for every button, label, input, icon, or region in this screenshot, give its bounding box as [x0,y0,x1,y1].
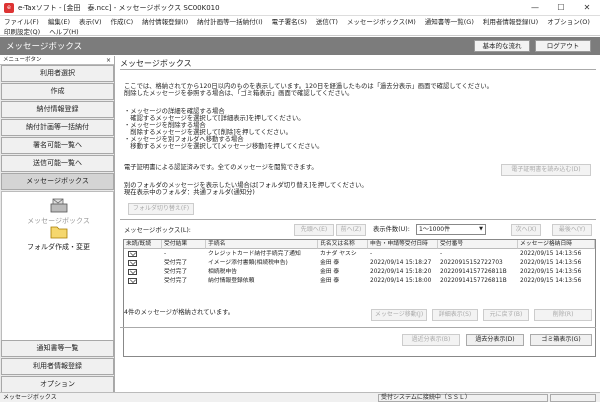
table-row[interactable]: 受付完了 納付情報登録依頼 金田 泰 2022/09/14 15:18:00 2… [124,277,595,286]
menu-send[interactable]: 送信(T) [316,16,338,26]
message-count-text: 4件のメッセージが格納されています。 [124,309,235,316]
col-receipt-no[interactable]: 受付番号 [438,240,518,249]
menu-payment-plan[interactable]: 納付計画等一括納付(I) [197,16,263,26]
close-icon[interactable]: × [106,56,111,65]
menu-help[interactable]: ヘルプ(H) [49,26,78,36]
read-envelope-icon [128,269,137,275]
cert-status-text: 電子証明書による認証済みです。全てのメッセージを閲覧できます。 [124,164,318,171]
minimize-button[interactable]: — [522,0,548,16]
connection-status: 受付システムに接続中（ＳＳＬ） [378,394,548,402]
left-menu: メニューボタン × 利用者選択 作成 納付情報登録 納付計画等一括納付 署名可能… [0,56,115,393]
message-table: 未読/既読 受付結果 手続名 氏名又は名称 申告・申請等受付日時 受付番号 メッ… [123,239,596,357]
status-text: メッセージボックス [3,394,57,401]
read-envelope-icon [128,260,137,266]
detail-view-button[interactable]: 詳細表示(S) [432,309,478,321]
menu-messagebox[interactable]: メッセージボックス(M) [347,16,416,26]
menu-options[interactable]: オプション(O) [547,16,590,26]
intro-line-2: 削除したメッセージを参照する場合は、「ゴミ箱表示」画面で確認してください。 [124,90,354,97]
menu-notices[interactable]: 通知書等一覧(G) [425,16,474,26]
first-page-button[interactable]: 先頭へ(E) [294,224,334,236]
title-divider [120,69,596,70]
nav-payment-plan[interactable]: 納付計画等一括納付 [1,119,114,136]
messagebox-list-label: メッセージボックス(L): [124,227,191,234]
col-stored-at[interactable]: メッセージ格納日時 [518,240,595,249]
current-folder-text: 現在表示中のフォルダ：共通フォルダ(通知分) [124,189,255,196]
col-name[interactable]: 氏名又は名称 [318,240,368,249]
nav-user-select[interactable]: 利用者選択 [1,65,114,82]
nav-messagebox[interactable]: メッセージボックス [1,173,114,190]
table-row[interactable]: - クレジットカード納付手続完了通知 カナダ ヤスシ - - 2022/09/1… [124,250,595,259]
col-result[interactable]: 受付結果 [162,240,206,249]
instruction-line-6: 移動するメッセージを選択して[メッセージ移動]を押してください。 [124,143,324,150]
chevron-down-icon: ▼ [479,226,483,232]
menu-signature[interactable]: 電子署名(S) [272,16,307,26]
menu-file[interactable]: ファイル(F) [4,16,39,26]
display-count-select[interactable]: 1～1000件 ▼ [416,224,486,235]
last-page-button[interactable]: 最後へ(Y) [552,224,592,236]
page-header: メッセージボックス 基本的な流れ ログアウト [0,37,600,55]
tool-messagebox[interactable]: メッセージボックス [2,198,115,226]
nav-sign-list[interactable]: 署名可能一覧へ [1,137,114,154]
nav-notices[interactable]: 通知書等一覧 [1,340,114,357]
table-row[interactable]: 受付完了 イメージ添付書類(相続税申告) 金田 泰 2022/09/14 15:… [124,259,595,268]
section-divider [120,219,596,220]
status-panel [550,394,596,402]
main-content: メッセージボックス ここでは、格納されてから120日以内のものを表示しています。… [116,56,600,392]
move-message-button[interactable]: メッセージ移動(J) [371,309,427,321]
mailbox-icon [50,198,67,213]
col-submitted-at[interactable]: 申告・申請等受付日時 [368,240,438,249]
nav-send-list[interactable]: 送信可能一覧へ [1,155,114,172]
nav-user-info[interactable]: 利用者情報登録 [1,358,114,375]
read-envelope-icon [128,278,137,284]
bottom-divider [120,327,596,328]
table-row[interactable]: 受付完了 相続税申告 金田 泰 2022/09/14 15:18:20 2022… [124,268,595,277]
menu-edit[interactable]: 編集(E) [48,16,70,26]
menu-print-settings[interactable]: 印刷設定(Q) [4,26,40,36]
col-read-status[interactable]: 未読/既読 [124,240,162,249]
basic-flow-button[interactable]: 基本的な流れ [474,40,530,52]
maximize-button[interactable]: ☐ [548,0,574,16]
display-count-label: 表示件数(U): [373,226,410,233]
folder-switch-button[interactable]: フォルダ切り替え(F) [128,203,194,215]
folder-icon [50,226,67,239]
window-title-bar: e e-Taxソフト - [金田 泰.ncc] - メッセージボックス SC00… [0,0,600,16]
next-page-button[interactable]: 次へ(X) [511,224,541,236]
nav-payment-info[interactable]: 納付情報登録 [1,101,114,118]
page-title: メッセージボックス [6,42,83,52]
col-procedure[interactable]: 手続名 [206,240,318,249]
unread-envelope-icon [128,251,137,257]
menu-button-header: メニューボタン × [0,56,114,65]
prev-page-button[interactable]: 前へ(Z) [336,224,366,236]
section-title: メッセージボックス [120,59,192,68]
trash-view-button[interactable]: ゴミ箱表示(G) [530,334,592,346]
nav-create[interactable]: 作成 [1,83,114,100]
menu-user-info[interactable]: 利用者情報登録(U) [483,16,538,26]
past-view-button[interactable]: 過去分表示(D) [466,334,524,346]
menu-create[interactable]: 作成(C) [111,16,134,26]
menu-payment-info[interactable]: 納付情報登録(I) [142,16,188,26]
status-bar: メッセージボックス 受付システムに接続中（ＳＳＬ） [0,392,600,402]
tool-folder-create[interactable]: フォルダ作成・変更 [2,224,115,252]
undo-button[interactable]: 元に戻す(B) [483,309,529,321]
messagebox-tools-panel: メッセージボックス フォルダ作成・変更 [1,191,114,345]
window-title: e-Taxソフト - [金田 泰.ncc] - メッセージボックス SC00K0… [18,3,220,12]
close-window-button[interactable]: ✕ [574,0,600,16]
recent-view-button[interactable]: 過近分表示(B) [402,334,460,346]
menu-bar: ファイル(F) 編集(E) 表示(V) 作成(C) 納付情報登録(I) 納付計画… [0,16,600,36]
delete-button[interactable]: 削除(R) [534,309,592,321]
menu-view[interactable]: 表示(V) [79,16,102,26]
logout-button[interactable]: ログアウト [535,40,591,52]
app-icon: e [4,2,14,13]
read-cert-button[interactable]: 電子証明書を読み込む(D) [501,164,591,176]
nav-options[interactable]: オプション [1,376,114,393]
